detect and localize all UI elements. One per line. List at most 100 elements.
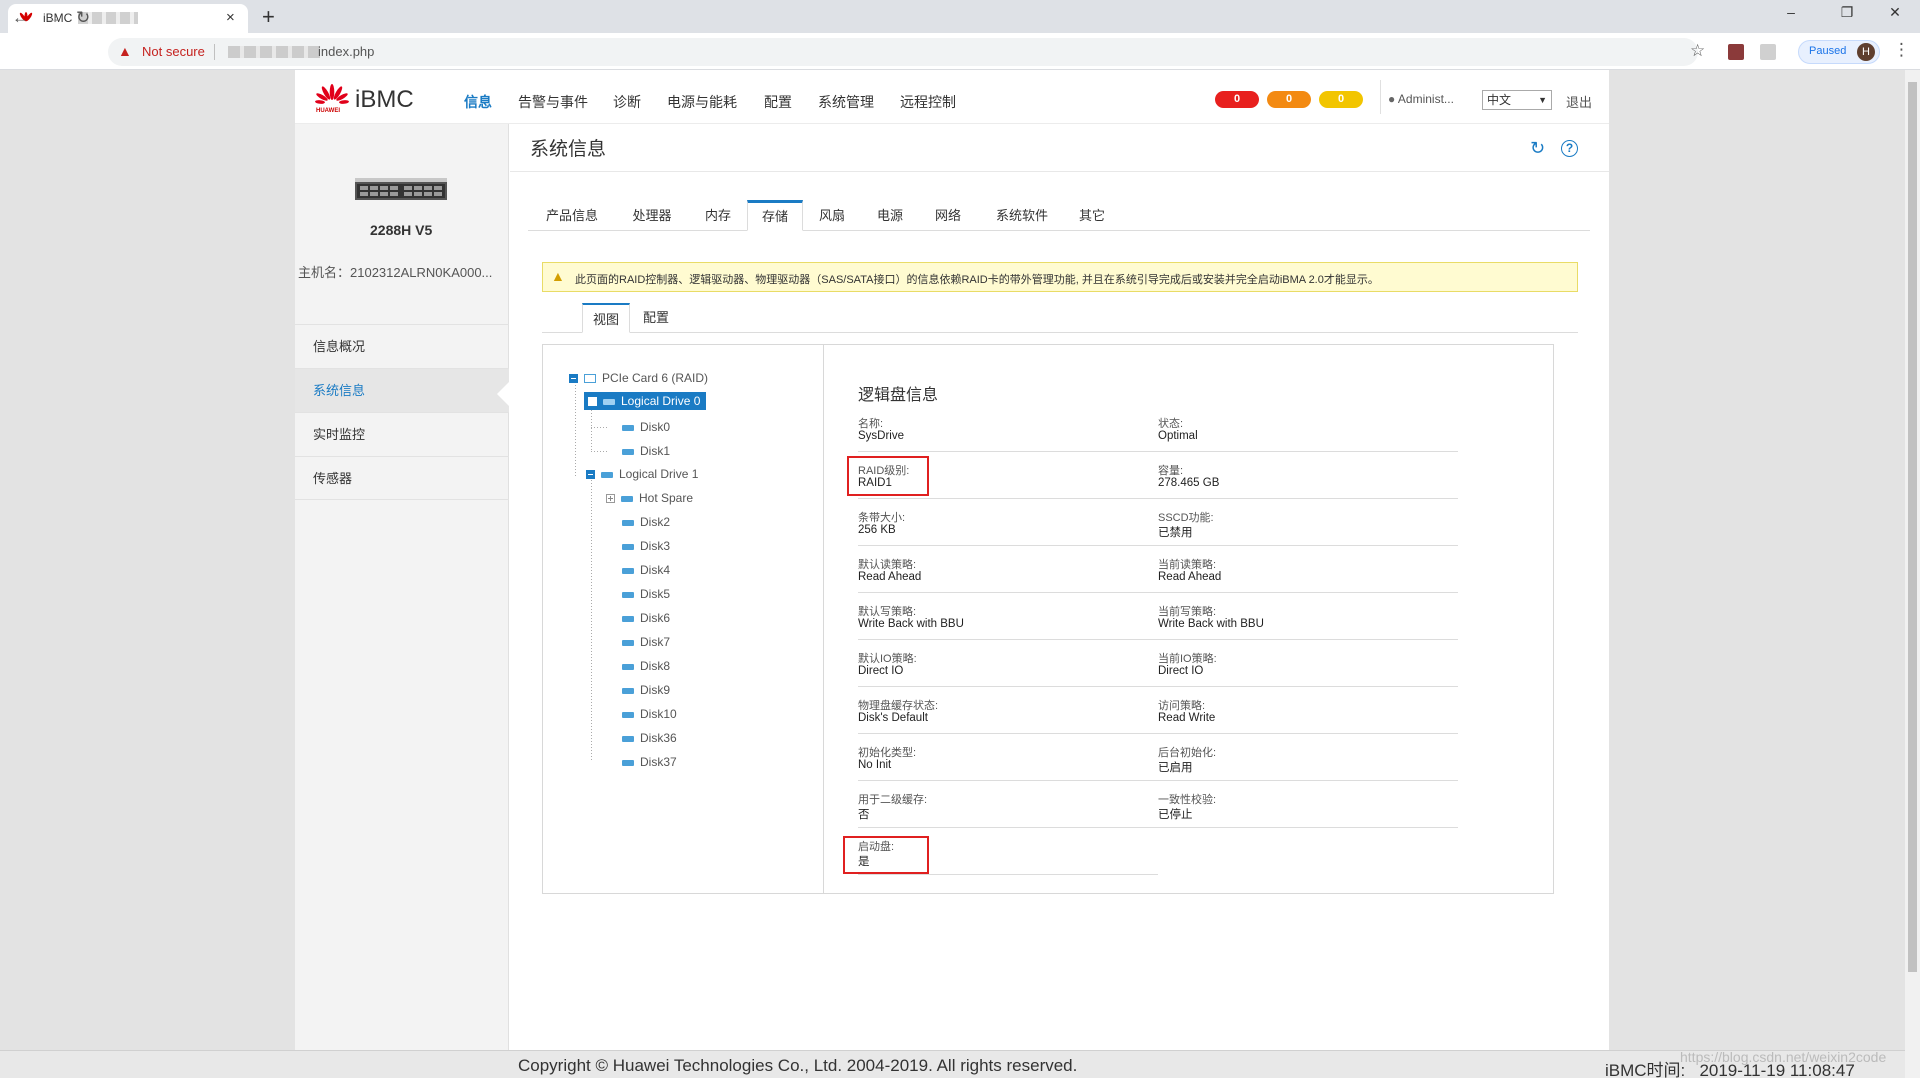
info-value: Write Back with BBU bbox=[858, 618, 964, 630]
subtab-config[interactable]: 配置 bbox=[634, 303, 678, 333]
subtab-view[interactable]: 视图 bbox=[582, 303, 630, 333]
not-secure-label[interactable]: Not secure bbox=[142, 44, 205, 59]
refresh-icon[interactable]: ↻ bbox=[1530, 138, 1545, 159]
page-title: 系统信息 bbox=[530, 139, 607, 160]
info-value: 否 bbox=[858, 809, 870, 821]
info-label: 默认读策略: bbox=[858, 559, 917, 571]
active-item-pointer bbox=[497, 380, 511, 408]
tree-node-hot-spare[interactable]: Hot Spare bbox=[606, 491, 693, 505]
tab-product-info[interactable]: 产品信息 bbox=[536, 200, 608, 231]
tab-fan[interactable]: 风扇 bbox=[808, 200, 856, 231]
disk-icon bbox=[622, 543, 634, 550]
forward-button[interactable]: → bbox=[44, 8, 61, 28]
nav-alarms-events[interactable]: 告警与事件 bbox=[518, 92, 588, 112]
tree-hot-spare-label: Hot Spare bbox=[639, 491, 694, 505]
tab-other[interactable]: 其它 bbox=[1068, 200, 1116, 231]
tree-node-disk[interactable]: Disk0 bbox=[622, 420, 670, 434]
reload-button[interactable]: ↻ bbox=[76, 8, 90, 28]
page-scrollbar[interactable] bbox=[1905, 70, 1920, 1078]
url-text: index.php bbox=[318, 44, 375, 59]
tree-node-disk[interactable]: Disk8 bbox=[622, 659, 670, 673]
tree-node-disk[interactable]: Disk36 bbox=[622, 731, 677, 745]
drive-icon bbox=[621, 495, 633, 502]
nav-system-management[interactable]: 系统管理 bbox=[818, 92, 874, 112]
nav-remote-control[interactable]: 远程控制 bbox=[900, 92, 956, 112]
tree-ld1-label: Logical Drive 1 bbox=[619, 467, 699, 481]
info-label: 当前IO策略: bbox=[1158, 653, 1217, 665]
language-select[interactable]: 中文 ▼ bbox=[1482, 90, 1552, 110]
tree-node-disk[interactable]: Disk5 bbox=[622, 587, 670, 601]
restore-button[interactable]: ❐ bbox=[1832, 4, 1862, 21]
logout-link[interactable]: 退出 bbox=[1566, 92, 1592, 111]
info-label: SSCD功能: bbox=[1158, 512, 1214, 524]
tree-disk-label: Disk8 bbox=[640, 659, 671, 673]
expand-icon[interactable] bbox=[606, 494, 615, 504]
browser-menu-icon[interactable]: ⋮ bbox=[1893, 40, 1910, 60]
address-bar[interactable]: ▲ Not secure index.php bbox=[108, 38, 1698, 66]
tree-line bbox=[591, 451, 608, 452]
tree-node-disk[interactable]: Disk37 bbox=[622, 755, 677, 769]
tree-node-logical-drive-0[interactable]: Logical Drive 0 bbox=[584, 392, 707, 410]
tree-ld0-label: Logical Drive 0 bbox=[621, 394, 701, 408]
tab-storage[interactable]: 存储 bbox=[747, 200, 803, 231]
sidebar-item-sensors[interactable]: 传感器 bbox=[295, 456, 509, 500]
tree-node-disk[interactable]: Disk9 bbox=[622, 683, 670, 697]
tree-disk-label: Disk0 bbox=[640, 420, 671, 434]
nav-diagnostics[interactable]: 诊断 bbox=[613, 92, 641, 112]
critical-alarm-badge[interactable]: 0 bbox=[1215, 91, 1259, 108]
info-label: 用于二级缓存: bbox=[858, 794, 928, 806]
drive-icon bbox=[603, 398, 615, 405]
minimize-button[interactable]: – bbox=[1776, 4, 1806, 20]
tree-node-disk[interactable]: Disk6 bbox=[622, 611, 670, 625]
collapse-icon[interactable] bbox=[588, 397, 597, 407]
collapse-icon[interactable] bbox=[586, 470, 595, 480]
tab-processor[interactable]: 处理器 bbox=[620, 200, 684, 231]
info-value: Direct IO bbox=[858, 665, 904, 677]
collapse-icon[interactable] bbox=[569, 374, 578, 384]
tab-network[interactable]: 网络 bbox=[924, 200, 972, 231]
tab-memory[interactable]: 内存 bbox=[694, 200, 742, 231]
new-tab-button[interactable]: + bbox=[262, 4, 275, 30]
tree-node-disk[interactable]: Disk2 bbox=[622, 515, 670, 529]
disk-icon bbox=[622, 639, 634, 646]
tree-line bbox=[575, 385, 576, 478]
bookmark-star-icon[interactable]: ☆ bbox=[1690, 41, 1705, 61]
tree-node-disk[interactable]: Disk1 bbox=[622, 444, 670, 458]
sidebar-item-system-info[interactable]: 系统信息 bbox=[295, 368, 509, 412]
tree-node-logical-drive-1[interactable]: Logical Drive 1 bbox=[586, 467, 698, 481]
sidebar-item-realtime-monitor[interactable]: 实时监控 bbox=[295, 412, 509, 456]
pdf-extension-icon[interactable] bbox=[1728, 44, 1744, 60]
highlight-boot-disk bbox=[843, 836, 929, 874]
tree-node-disk[interactable]: Disk7 bbox=[622, 635, 670, 649]
address-separator bbox=[214, 44, 215, 60]
tab-system-software[interactable]: 系统软件 bbox=[986, 200, 1058, 231]
info-label: 状态: bbox=[1158, 418, 1184, 430]
tree-node-disk[interactable]: Disk3 bbox=[622, 539, 670, 553]
info-label: 后台初始化: bbox=[1158, 747, 1217, 759]
brand-name: iBMC bbox=[355, 86, 414, 113]
nav-config[interactable]: 配置 bbox=[764, 92, 792, 112]
tab-close-icon[interactable]: × bbox=[226, 9, 235, 26]
info-label: 条带大小: bbox=[858, 512, 906, 524]
profile-paused-button[interactable]: Paused H bbox=[1798, 40, 1880, 64]
extension-icon[interactable] bbox=[1760, 44, 1776, 60]
tree-node-disk[interactable]: Disk4 bbox=[622, 563, 670, 577]
warning-icon: ▲ bbox=[118, 43, 132, 59]
tree-disk-label: Disk4 bbox=[640, 563, 671, 577]
major-alarm-badge[interactable]: 0 bbox=[1267, 91, 1311, 108]
minor-alarm-badge[interactable]: 0 bbox=[1319, 91, 1363, 108]
back-button[interactable]: ← bbox=[12, 8, 29, 28]
disk-icon bbox=[622, 591, 634, 598]
help-icon[interactable]: ? bbox=[1561, 140, 1578, 157]
window-close-button[interactable]: ✕ bbox=[1880, 4, 1910, 21]
nav-info[interactable]: 信息 bbox=[464, 92, 492, 112]
user-menu[interactable]: ● Administ... bbox=[1388, 92, 1454, 106]
chevron-down-icon: ▼ bbox=[1538, 95, 1547, 105]
tab-power[interactable]: 电源 bbox=[866, 200, 914, 231]
tree-node-card[interactable]: PCIe Card 6 (RAID) bbox=[569, 371, 708, 385]
sidebar-item-overview[interactable]: 信息概况 bbox=[295, 324, 509, 368]
hostname: 主机名：2102312ALRN0KA000... bbox=[298, 265, 493, 280]
scrollbar-thumb[interactable] bbox=[1908, 82, 1917, 972]
tree-node-disk[interactable]: Disk10 bbox=[622, 707, 677, 721]
nav-power[interactable]: 电源与能耗 bbox=[667, 92, 737, 112]
